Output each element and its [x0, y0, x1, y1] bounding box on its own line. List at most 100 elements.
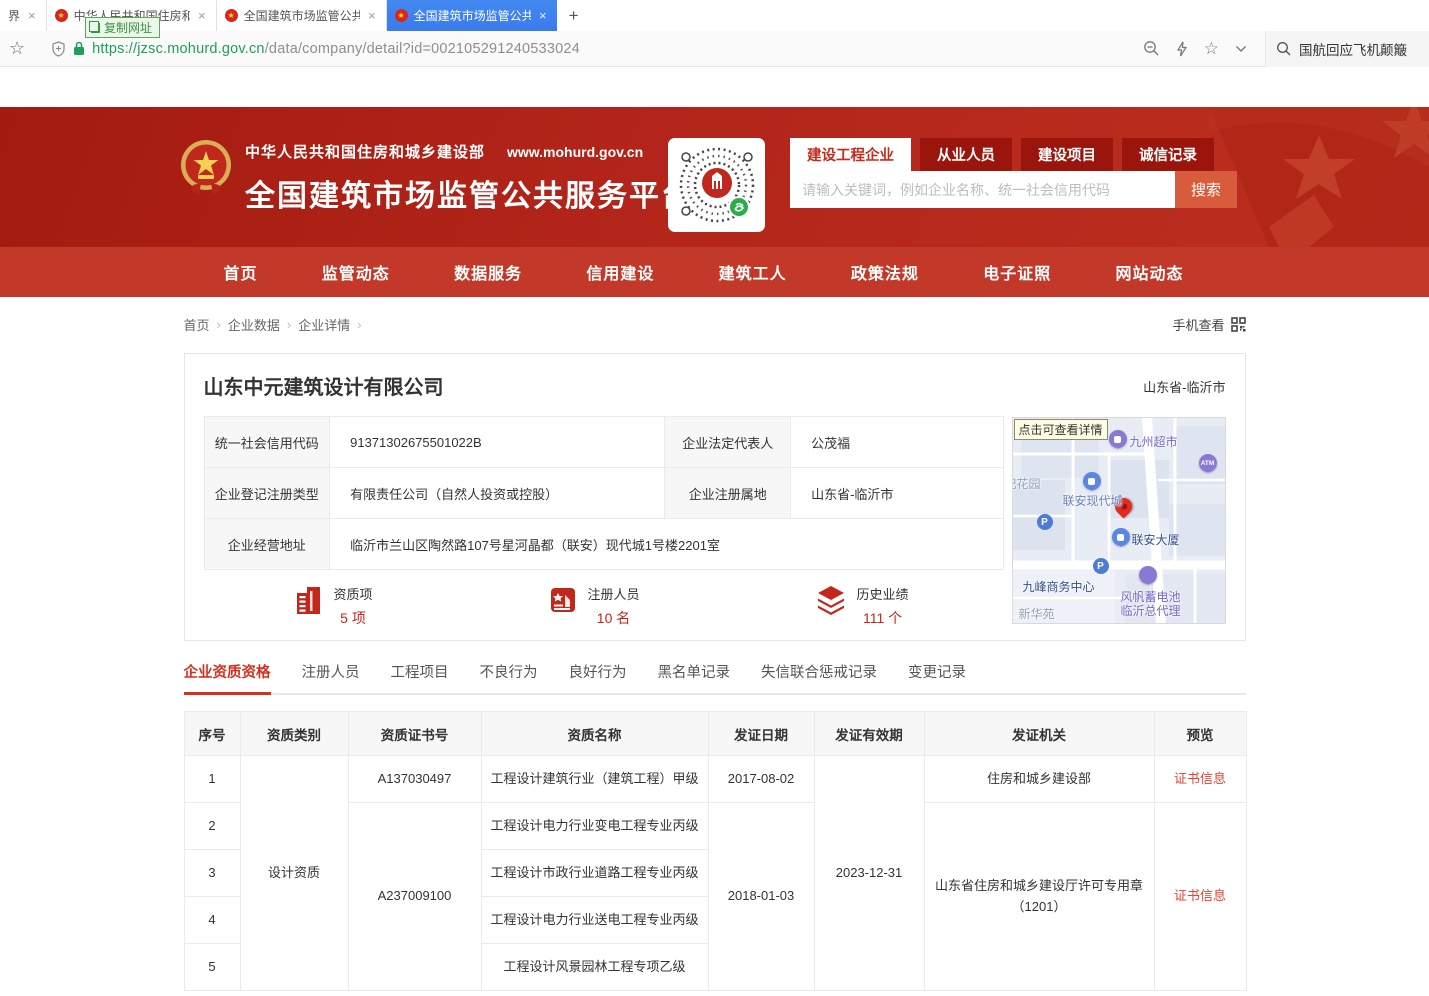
search-tab-credit[interactable]: 诚信记录 — [1122, 138, 1214, 171]
col-header: 资质名称 — [481, 712, 708, 756]
breadcrumb-company-data[interactable]: 企业数据 — [228, 315, 280, 334]
map-canvas: ATMPP九州超市纪花园联安现代城联安大厦九峰商务中心风帆蓄电池临沂总代理新华苑 — [1013, 418, 1226, 624]
stat-value: 111 个 — [857, 608, 909, 628]
close-icon[interactable]: × — [366, 8, 378, 23]
qualification-name: 工程设计风景园林工程专项乙级 — [481, 944, 708, 991]
certificate-info-link[interactable]: 证书信息 — [1174, 888, 1226, 903]
zoom-out-icon[interactable] — [1143, 40, 1160, 57]
mobile-view-label: 手机查看 — [1172, 315, 1224, 334]
reg-type-value: 有限责任公司（自然人投资或控股） — [330, 468, 665, 519]
company-info-table: 统一社会信用代码 91371302675501022B 企业法定代表人 公茂福 … — [204, 416, 1004, 570]
map-parking-marker: P — [1093, 558, 1109, 574]
stat-label: 历史业绩 — [857, 584, 909, 603]
nav-item-e-license[interactable]: 电子证照 — [983, 260, 1051, 284]
flag-stars-decoration — [1209, 107, 1429, 247]
row-no: 5 — [184, 944, 240, 991]
stat-label: 注册人员 — [588, 584, 640, 603]
map-parking-marker: P — [1037, 514, 1053, 530]
hot-search-text: 国航回应飞机颠簸 — [1299, 39, 1407, 59]
tab-projects[interactable]: 工程项目 — [391, 661, 449, 693]
certificate-icon — [548, 584, 578, 616]
stat-value: 5 项 — [334, 608, 373, 628]
tab-qualifications[interactable]: 企业资质资格 — [184, 661, 271, 693]
tab-title: 全国建筑市场监管公共服务平台 — [414, 7, 531, 24]
qualification-name: 工程设计市政行业道路工程专业丙级 — [481, 850, 708, 897]
tab-dishonesty-records[interactable]: 失信联合惩戒记录 — [761, 661, 877, 693]
search-category-tabs: 建设工程企业 从业人员 建设项目 诚信记录 — [790, 138, 1237, 171]
browser-tab-active[interactable]: ★ 全国建筑市场监管公共服务平台 × — [387, 0, 557, 31]
stat-registered-personnel: 注册人员 10 名 — [548, 584, 640, 628]
search-button[interactable]: 搜索 — [1175, 171, 1237, 208]
map-label: 临沂总代理 — [1121, 602, 1181, 619]
nav-item-site-news[interactable]: 网站动态 — [1115, 260, 1183, 284]
col-header: 资质证书号 — [348, 712, 481, 756]
stat-value: 10 名 — [588, 608, 640, 628]
issue-date: 2018-01-03 — [708, 803, 814, 991]
close-icon[interactable]: × — [26, 8, 38, 23]
browser-tab-jzsc[interactable]: ★ 全国建筑市场监管公共服务平台 × — [217, 0, 387, 31]
breadcrumb-home[interactable]: 首页 — [184, 315, 210, 334]
address-bar-actions: ☆ — [1143, 39, 1247, 59]
browser-tab-partial[interactable]: 界 × — [0, 0, 47, 31]
company-stats: 资质项 5 项 注册人员 10 名 — [204, 584, 1004, 628]
nav-item-workers[interactable]: 建筑工人 — [719, 260, 787, 284]
address-value: 临沂市兰山区陶然路107号星河晶都（联安）现代城1号楼2201室 — [330, 519, 1003, 570]
stat-historical-performance: 历史业绩 111 个 — [815, 584, 909, 628]
issue-date: 2017-08-02 — [708, 756, 814, 803]
map-label: 九州超市 — [1130, 433, 1178, 450]
breadcrumb-company-detail[interactable]: 企业详情 — [298, 315, 350, 334]
building-icon — [294, 584, 324, 616]
flash-icon[interactable] — [1176, 41, 1188, 57]
stat-qualifications: 资质项 5 项 — [294, 584, 373, 628]
bookmark-star-icon[interactable]: ☆ — [9, 38, 25, 59]
hot-search-box[interactable]: 国航回应飞机颠簸 — [1265, 31, 1429, 67]
nav-item-supervision[interactable]: 监管动态 — [322, 260, 390, 284]
close-icon[interactable]: × — [537, 8, 549, 23]
row-no: 3 — [184, 850, 240, 897]
qualification-name: 工程设计电力行业送电工程专业丙级 — [481, 897, 708, 944]
issuing-authority: 住房和城乡建设部 — [924, 756, 1154, 803]
browser-window: 界 × ★ 中华人民共和国住房和城乡建设 × ★ 全国建筑市场监管公共服务平台 … — [0, 0, 1429, 996]
nav-item-policy[interactable]: 政策法规 — [851, 260, 919, 284]
tab-bad-behavior[interactable]: 不良行为 — [480, 661, 538, 693]
tab-registered-personnel[interactable]: 注册人员 — [302, 661, 360, 693]
site-brand: 中华人民共和国住房和城乡建设部 www.mohurd.gov.cn 全国建筑市场… — [245, 141, 693, 215]
nav-item-data-service[interactable]: 数据服务 — [454, 260, 522, 284]
chevron-down-icon[interactable] — [1235, 45, 1247, 53]
nav-item-home[interactable]: 首页 — [224, 260, 258, 284]
search-tab-personnel[interactable]: 从业人员 — [920, 138, 1012, 171]
new-tab-button[interactable]: + — [557, 0, 591, 31]
keyword-search-input[interactable] — [790, 171, 1175, 208]
map-atm-marker: ATM — [1199, 454, 1217, 472]
url-field[interactable]: https://jzsc.mohurd.gov.cn/data/company/… — [51, 41, 1143, 57]
map-label: 九峰商务中心 — [1023, 578, 1095, 595]
map-label: 联安现代城 — [1063, 492, 1123, 509]
close-icon[interactable]: × — [196, 8, 208, 23]
tab-change-records[interactable]: 变更记录 — [908, 661, 966, 693]
tab-blacklist[interactable]: 黑名单记录 — [658, 661, 731, 693]
map-blue-marker — [1112, 528, 1130, 546]
map-label: 纪花园 — [1012, 475, 1041, 492]
search-icon — [1276, 41, 1291, 56]
address-bar: ☆ https://jzsc.mohurd.gov.cn/data/compan… — [0, 31, 1429, 67]
location-map[interactable]: 点击可查看详情 ATMPP九州超市纪花园联安现代城联安大厦九峰商务中心风帆蓄电池… — [1012, 417, 1226, 624]
row-no: 2 — [184, 803, 240, 850]
issuing-authority: 山东省住房和城乡建设厅许可专用章（1201） — [924, 803, 1154, 991]
map-label: 联安大厦 — [1132, 531, 1180, 548]
site-header: 中华人民共和国住房和城乡建设部 www.mohurd.gov.cn 全国建筑市场… — [0, 107, 1429, 247]
validity-date: 2023-12-31 — [814, 756, 924, 991]
col-header: 发证日期 — [708, 712, 814, 756]
nav-item-credit[interactable]: 信用建设 — [586, 260, 654, 284]
search-tab-enterprise[interactable]: 建设工程企业 — [790, 138, 911, 171]
qualification-name: 工程设计建筑行业（建筑工程）甲级 — [481, 756, 708, 803]
mobile-view-button[interactable]: 手机查看 — [1172, 315, 1245, 334]
certificate-info-link[interactable]: 证书信息 — [1174, 771, 1226, 786]
qr-code-icon — [1231, 317, 1246, 332]
cert-no: A137030497 — [348, 756, 481, 803]
reg-region-label: 企业注册属地 — [665, 468, 791, 519]
search-tab-project[interactable]: 建设项目 — [1021, 138, 1113, 171]
favorite-star-icon[interactable]: ☆ — [1204, 39, 1219, 59]
tab-good-behavior[interactable]: 良好行为 — [569, 661, 627, 693]
url-path: /data/company/detail?id=0021052912405330… — [265, 41, 580, 57]
national-emblem-logo — [179, 139, 233, 197]
